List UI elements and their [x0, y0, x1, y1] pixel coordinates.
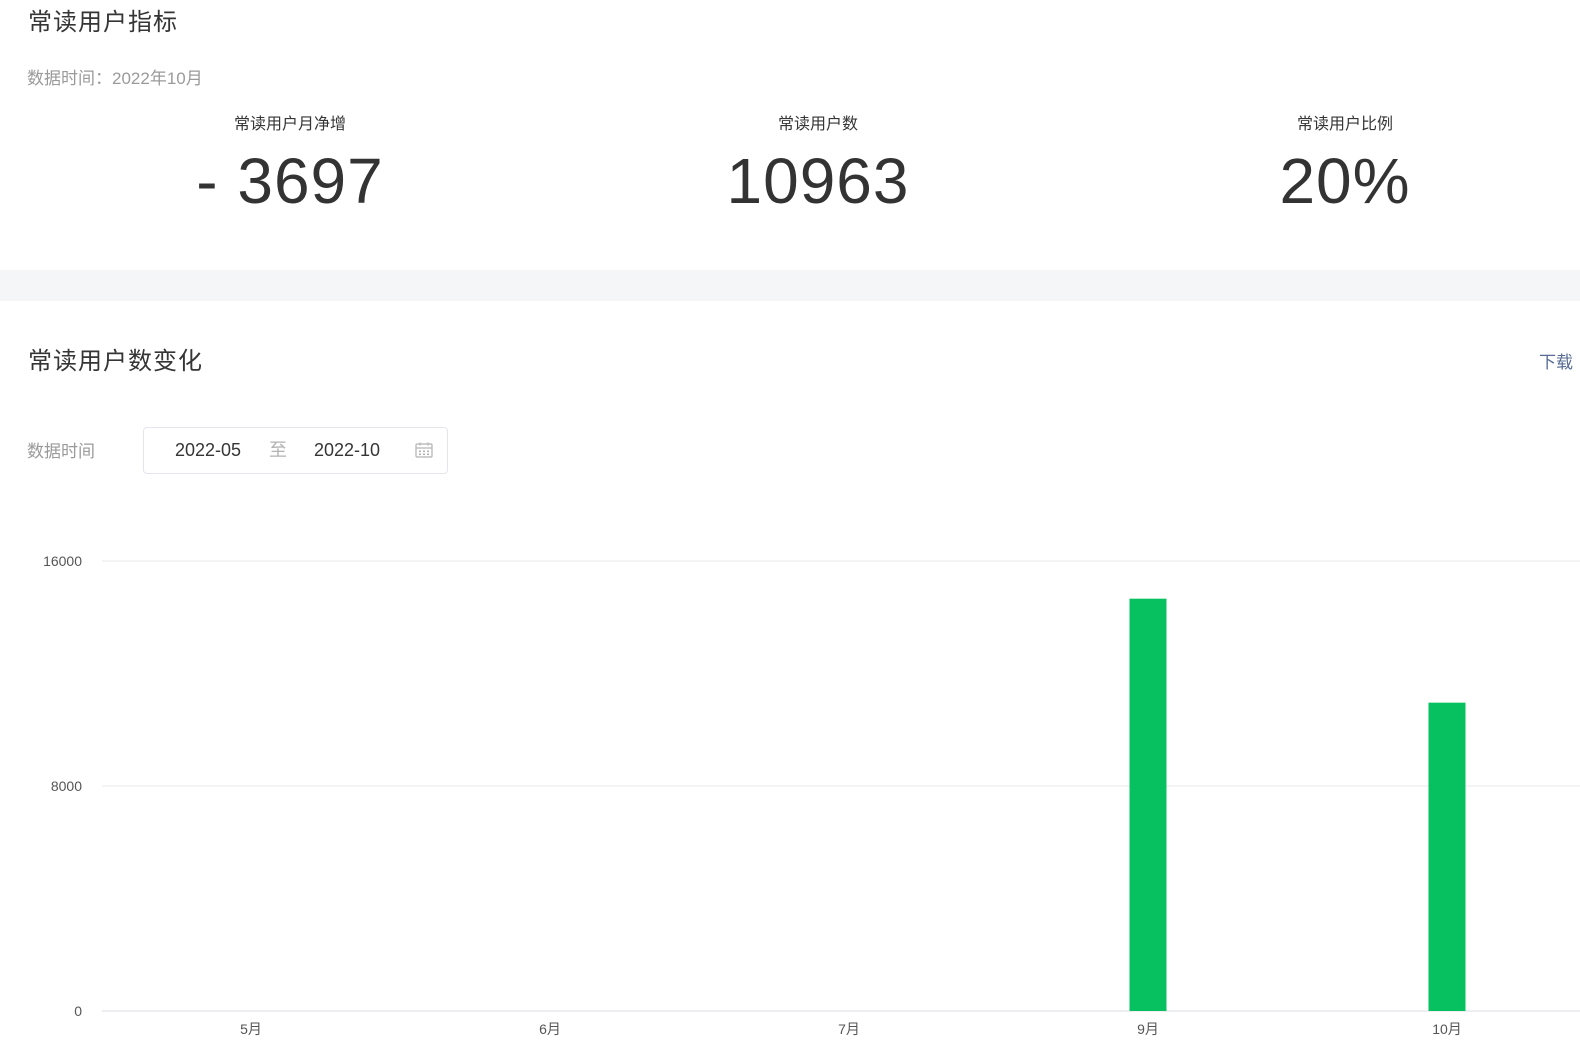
x-tick-label: 9月 — [1137, 1021, 1159, 1037]
label-layer: 0 8000 16000 5月 6月 7月 9月 10月 — [43, 553, 1462, 1037]
x-tick-label: 10月 — [1432, 1021, 1462, 1037]
x-tick-label: 5月 — [240, 1021, 262, 1037]
grid-layer — [102, 560, 1580, 1012]
x-tick-label: 6月 — [539, 1021, 561, 1037]
regular-readers-bar-chart: 0 8000 16000 5月 6月 7月 9月 10月 — [43, 553, 1580, 1037]
y-tick-label: 8000 — [51, 778, 82, 794]
bar[interactable] — [1129, 598, 1167, 1011]
x-tick-label: 7月 — [838, 1021, 860, 1037]
bar-layer — [1129, 598, 1466, 1011]
y-tick-label: 0 — [74, 1003, 82, 1019]
y-tick-label: 16000 — [43, 553, 82, 569]
bar[interactable] — [1428, 702, 1466, 1011]
